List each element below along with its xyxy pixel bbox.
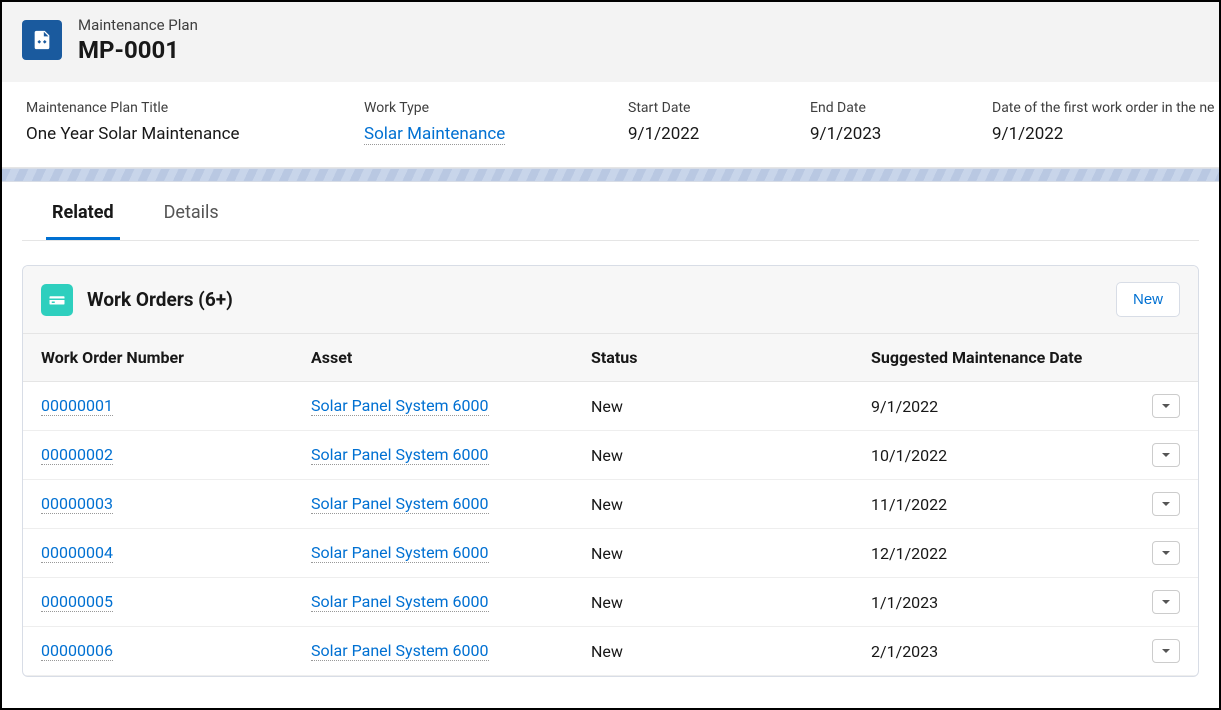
pattern-divider xyxy=(2,168,1219,182)
date-cell: 1/1/2023 xyxy=(853,578,1134,627)
field-label-enddate: End Date xyxy=(810,100,944,116)
table-row: 00000001 Solar Panel System 6000 New9/1/20… xyxy=(23,382,1198,431)
col-header-asset[interactable]: Asset xyxy=(293,334,573,382)
chevron-down-icon xyxy=(1161,499,1171,509)
row-action-menu[interactable] xyxy=(1152,443,1180,467)
asset-link[interactable]: Solar Panel System 6000 xyxy=(311,445,489,465)
work-order-number-link[interactable]: 00000005 xyxy=(41,592,113,612)
work-orders-title[interactable]: Work Orders (6+) xyxy=(87,288,233,311)
date-cell: 12/1/2022 xyxy=(853,529,1134,578)
status-cell: New xyxy=(573,382,853,431)
chevron-down-icon xyxy=(1161,646,1171,656)
asset-link[interactable]: Solar Panel System 6000 xyxy=(311,592,489,612)
field-label-worktype: Work Type xyxy=(364,100,580,116)
work-order-number-link[interactable]: 00000003 xyxy=(41,494,113,514)
field-value-worktype-link[interactable]: Solar Maintenance xyxy=(364,124,505,145)
status-cell: New xyxy=(573,480,853,529)
new-work-order-button[interactable]: New xyxy=(1116,282,1180,317)
chevron-down-icon xyxy=(1161,548,1171,558)
object-label: Maintenance Plan xyxy=(78,16,198,34)
field-value-startdate: 9/1/2022 xyxy=(628,124,762,144)
row-action-menu[interactable] xyxy=(1152,394,1180,418)
asset-link[interactable]: Solar Panel System 6000 xyxy=(311,494,489,514)
col-header-number[interactable]: Work Order Number xyxy=(23,334,293,382)
table-row: 00000003 Solar Panel System 6000 New11/1/2… xyxy=(23,480,1198,529)
row-action-menu[interactable] xyxy=(1152,639,1180,663)
chevron-down-icon xyxy=(1161,450,1171,460)
tab-details[interactable]: Details xyxy=(158,182,225,240)
col-header-status[interactable]: Status xyxy=(573,334,853,382)
highlights-panel: Maintenance Plan Title One Year Solar Ma… xyxy=(2,82,1219,168)
col-header-date[interactable]: Suggested Maintenance Date xyxy=(853,334,1198,382)
field-value-enddate: 9/1/2023 xyxy=(810,124,944,144)
date-cell: 2/1/2023 xyxy=(853,627,1134,676)
asset-link[interactable]: Solar Panel System 6000 xyxy=(311,396,489,416)
record-header: Maintenance Plan MP-0001 xyxy=(2,2,1219,82)
field-value-firstdate: 9/1/2022 xyxy=(992,124,1214,144)
maintenance-plan-icon xyxy=(22,20,62,60)
asset-link[interactable]: Solar Panel System 6000 xyxy=(311,641,489,661)
work-orders-icon xyxy=(41,284,73,316)
field-label-startdate: Start Date xyxy=(628,100,762,116)
date-cell: 11/1/2022 xyxy=(853,480,1134,529)
work-order-number-link[interactable]: 00000001 xyxy=(41,396,113,416)
table-row: 00000004 Solar Panel System 6000 New12/1/2… xyxy=(23,529,1198,578)
record-title: MP-0001 xyxy=(78,36,198,64)
work-orders-table: Work Order Number Asset Status Suggested… xyxy=(23,333,1198,676)
status-cell: New xyxy=(573,529,853,578)
field-label-title: Maintenance Plan Title xyxy=(26,100,316,116)
tab-bar: Related Details xyxy=(22,182,1199,241)
status-cell: New xyxy=(573,578,853,627)
field-label-firstdate: Date of the first work order in the ne xyxy=(992,100,1214,116)
asset-link[interactable]: Solar Panel System 6000 xyxy=(311,543,489,563)
field-value-title: One Year Solar Maintenance xyxy=(26,124,316,144)
chevron-down-icon xyxy=(1161,401,1171,411)
status-cell: New xyxy=(573,627,853,676)
work-orders-card: Work Orders (6+) New Work Order Number A… xyxy=(22,265,1199,677)
date-cell: 10/1/2022 xyxy=(853,431,1134,480)
row-action-menu[interactable] xyxy=(1152,590,1180,614)
row-action-menu[interactable] xyxy=(1152,492,1180,516)
work-order-number-link[interactable]: 00000002 xyxy=(41,445,113,465)
status-cell: New xyxy=(573,431,853,480)
row-action-menu[interactable] xyxy=(1152,541,1180,565)
chevron-down-icon xyxy=(1161,597,1171,607)
work-order-number-link[interactable]: 00000006 xyxy=(41,641,113,661)
table-row: 00000002 Solar Panel System 6000 New10/1/2… xyxy=(23,431,1198,480)
date-cell: 9/1/2022 xyxy=(853,382,1134,431)
table-row: 00000006 Solar Panel System 6000 New2/1/20… xyxy=(23,627,1198,676)
work-order-number-link[interactable]: 00000004 xyxy=(41,543,113,563)
tab-related[interactable]: Related xyxy=(46,182,120,240)
table-row: 00000005 Solar Panel System 6000 New1/1/20… xyxy=(23,578,1198,627)
